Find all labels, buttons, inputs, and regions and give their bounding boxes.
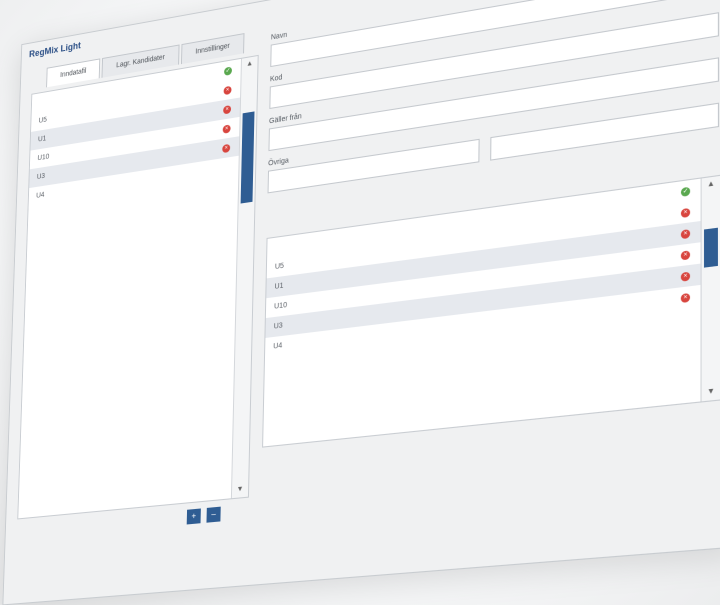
- left-list-panel: ✓ U5 × U1 × U10 × U3 × U4 ▲ ▼: [17, 55, 258, 520]
- scroll-thumb[interactable]: [241, 111, 255, 203]
- list-item-label: U4: [36, 192, 44, 200]
- delete-icon[interactable]: ×: [222, 143, 230, 152]
- remove-button[interactable]: –: [206, 507, 220, 523]
- add-button[interactable]: +: [187, 508, 201, 524]
- right-list: ✓ U5 × U1 × U10 × U3 × U4 ×: [263, 178, 702, 446]
- list-item-label: U3: [274, 322, 283, 330]
- scroll-up-icon[interactable]: ▲: [702, 176, 720, 194]
- list-item-label: U10: [274, 302, 287, 311]
- delete-icon[interactable]: ×: [224, 85, 232, 94]
- app-title: RegMix Light: [29, 40, 81, 59]
- list-item-label: U3: [37, 173, 45, 181]
- check-icon: ✓: [681, 186, 690, 196]
- delete-icon[interactable]: ×: [681, 271, 690, 281]
- check-icon: ✓: [224, 66, 232, 75]
- list-item-label: U5: [39, 117, 47, 125]
- detail-form: Navn Kod Gäller från Övriga: [267, 0, 719, 203]
- right-list-panel: ✓ U5 × U1 × U10 × U3 × U4 × ▲ ▼: [262, 175, 720, 448]
- delete-icon[interactable]: ×: [681, 250, 690, 260]
- scroll-down-icon[interactable]: ▼: [702, 383, 720, 401]
- list-item-label: U10: [37, 153, 49, 162]
- delete-icon[interactable]: ×: [223, 105, 231, 114]
- scroll-thumb[interactable]: [704, 228, 718, 268]
- app-window: + – × RegMix Light Inndatafil Lagr. Kand…: [2, 0, 720, 605]
- list-item-label: U1: [274, 282, 283, 290]
- scroll-up-icon[interactable]: ▲: [242, 56, 258, 73]
- list-item-label: U5: [275, 263, 284, 272]
- delete-icon[interactable]: ×: [681, 292, 690, 302]
- list-item-label: U1: [38, 135, 46, 143]
- list-item-label: U4: [273, 342, 282, 350]
- delete-icon[interactable]: ×: [681, 207, 690, 217]
- stage: + – × RegMix Light Inndatafil Lagr. Kand…: [0, 0, 720, 605]
- delete-icon[interactable]: ×: [223, 124, 231, 133]
- list-button-bar: + –: [187, 507, 221, 525]
- delete-icon[interactable]: ×: [681, 229, 690, 239]
- right-scrollbar[interactable]: ▲ ▼: [700, 176, 720, 402]
- left-list: ✓ U5 × U1 × U10 × U3 × U4: [18, 59, 242, 519]
- scroll-down-icon[interactable]: ▼: [232, 482, 248, 498]
